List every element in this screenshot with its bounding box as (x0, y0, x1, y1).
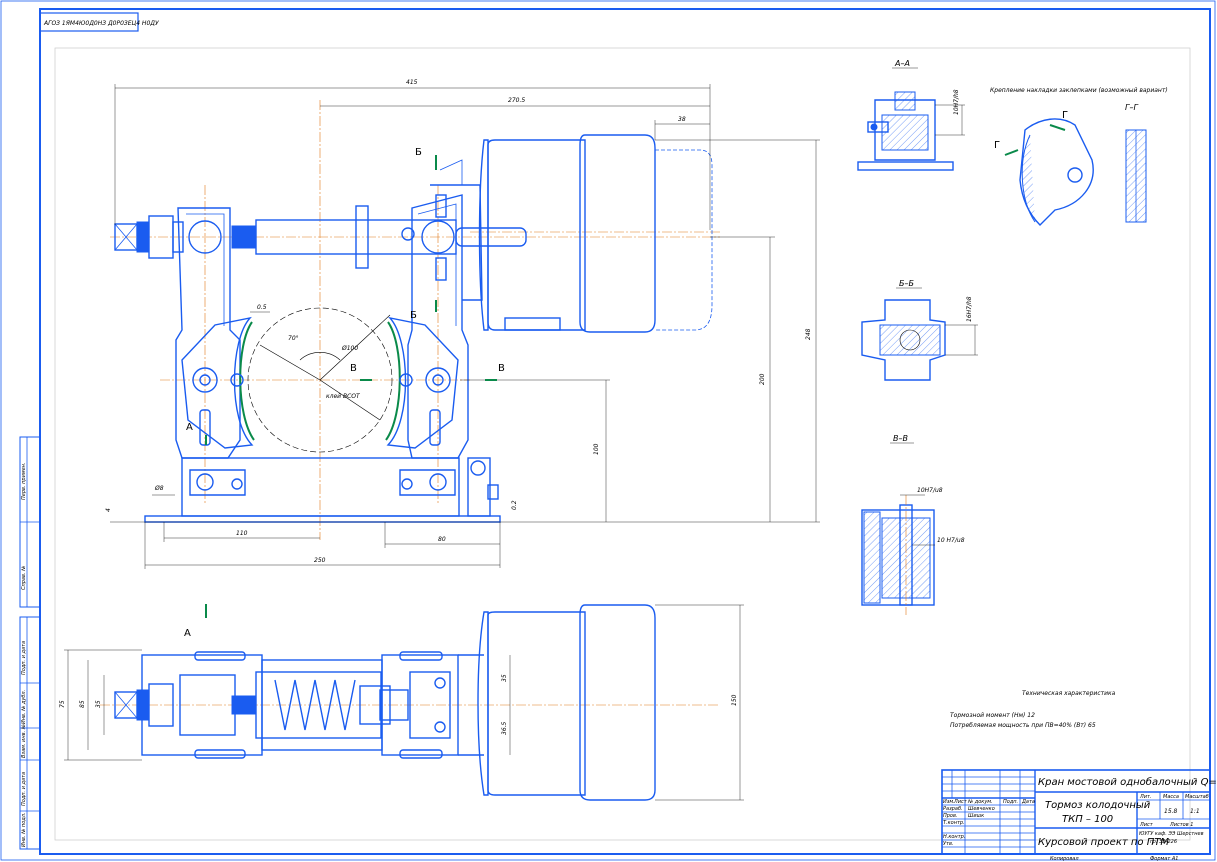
tb-row-sign: Подп. (1003, 799, 1018, 805)
tb-sheets: Листов 1 (1169, 822, 1193, 828)
dim-plan-150: 150 (731, 694, 738, 706)
dim-plan-35b: 35 (501, 674, 508, 682)
dim-200: 200 (759, 373, 766, 385)
tb-format: Формат А1 (1150, 856, 1178, 862)
dim-plan-35: 35 (95, 700, 102, 708)
section-aa-title: А–А (894, 59, 910, 68)
dim-base-left: 4 (105, 508, 112, 512)
section-vv-fit2: 10 H7/u8 (937, 537, 965, 544)
tb-hdr-scale: Масштаб (1185, 794, 1209, 800)
plan-view (100, 604, 720, 801)
outer-border (0, 0, 1216, 861)
tech-characteristics: Техническая характеристика Тормозной мом… (950, 690, 1116, 729)
tech-line-2: Потребляемая мощность при ПВ=40% (Вт) 65 (950, 722, 1096, 729)
tb-hdr-lit: Лит. (1139, 794, 1152, 800)
lining-detail: Крепление накладки заклепками (возможный… (990, 87, 1168, 226)
dim-top-overall: 415 (406, 79, 418, 86)
tb-org1: ЮУГУ каф. ЭЭ Шерстнев (1139, 831, 1204, 837)
dim-100: 100 (593, 443, 600, 455)
dim-80: 80 (438, 536, 446, 543)
dim-radius-small: 0.5 (257, 304, 267, 311)
side-label-7: Инв. № подл. (21, 813, 27, 848)
tb-row-nk: Н.контр. (943, 834, 965, 840)
tb-row-ut: Утв. (943, 841, 954, 847)
section-bb-title: Б–Б (899, 279, 914, 288)
section-gg-title: Г–Г (1125, 103, 1138, 112)
tb-row-list: Лист (953, 799, 968, 805)
dim-hole: Ø8 (154, 485, 164, 492)
dim-clearance: клей ВСОТ (326, 393, 361, 400)
dim-base-right: 0.2 (511, 500, 518, 510)
dim-110: 110 (236, 530, 248, 537)
side-label-4: Инв. № дубл. (21, 690, 27, 724)
section-bb-fit: 16H7/h8 (966, 296, 973, 322)
side-label-2: Справ. № (21, 566, 27, 590)
tb-row-izm: Изм. (943, 799, 955, 805)
tb-row-tk: Т.контр. (943, 820, 965, 826)
side-label-5: Взам. инв. № (21, 724, 27, 758)
tech-heading: Техническая характеристика (1022, 690, 1116, 697)
marker-v-left: В (350, 363, 357, 374)
dim-diameter: Ø100 (341, 345, 358, 352)
front-view (110, 100, 820, 540)
tb-hdr-mass: Масса (1163, 794, 1179, 800)
tb-copied: Копировал (1050, 856, 1079, 862)
section-aa: А–А 10H7/h8 (857, 59, 965, 171)
lining-title: Крепление накладки заклепками (возможный… (990, 87, 1168, 94)
dim-plan-75: 75 (59, 700, 66, 708)
side-label-3: Подп. и дата (21, 641, 27, 675)
drawing-sheet: АГОЗ 1ЯМ4Ю0Д0НЗ Д0Р0ЗЕЦ4 Н0ДУ Перв. прим… (0, 0, 1217, 862)
section-bb: Б–Б 16H7/h8 (861, 279, 978, 381)
tb-row-chk: Пров. (943, 813, 958, 819)
marker-a-plan: А (184, 628, 191, 639)
dim-plan-36-5: 36.5 (501, 721, 508, 735)
dim-plan-85: 85 (79, 700, 86, 708)
side-label-1: Перв. примен. (21, 462, 27, 500)
side-strip: Перв. примен. Справ. № Подп. и дата Инв.… (19, 436, 41, 850)
dim-top-right: 38 (678, 116, 686, 123)
side-label-6: Подп. и дата (21, 772, 27, 806)
section-vv: В–В 10H7/u8 10 H7/u8 (861, 434, 965, 615)
top-stamp: АГОЗ 1ЯМ4Ю0Д0НЗ Д0Р0ЗЕЦ4 Н0ДУ (39, 12, 159, 32)
tb-org2: гр. ЗЭ-226 (1150, 839, 1177, 845)
tb-mass: 15.8 (1164, 808, 1178, 815)
tb-name-line1: Тормоз колодочный (1045, 800, 1151, 811)
tb-row-doc: № докум. (967, 799, 993, 805)
tb-row-dev: Разраб. (943, 806, 963, 812)
marker-a-front: А (186, 422, 193, 433)
g-mark-top: Г (1062, 110, 1068, 121)
title-block: Изм. Лист № докум. Подп. Дата Разраб. Ше… (941, 769, 1217, 862)
tb-dev-name: Шевченко (968, 806, 995, 812)
dim-top-inner: 270.5 (508, 97, 525, 104)
section-vv-title: В–В (893, 434, 908, 443)
tb-project: Кран мостовой однобалочный Q=1т (1038, 776, 1217, 788)
marker-b-top: Б (415, 147, 422, 158)
g-mark-left: Г (994, 140, 1000, 151)
marker-b-bottom: Б (410, 310, 417, 321)
dim-250: 250 (314, 557, 326, 564)
tb-sheet: Лист (1139, 822, 1154, 828)
tech-line-1: Тормозной момент (Нм) 12 (950, 712, 1035, 719)
tb-scale: 1:1 (1190, 808, 1200, 815)
dim-angle: 70° (288, 335, 299, 342)
section-vv-fit1: 10H7/u8 (917, 487, 943, 494)
tb-name-line2: ТКП – 100 (1062, 814, 1113, 825)
stamp-text: АГОЗ 1ЯМ4Ю0Д0НЗ Д0Р0ЗЕЦ4 Н0ДУ (43, 20, 159, 27)
tb-row-date: Дата (1021, 799, 1035, 805)
plan-dimensions: 75 85 35 35 36.5 150 (59, 604, 744, 801)
marker-v-right: В (498, 363, 505, 374)
dim-248: 248 (805, 328, 812, 340)
tb-chk-name: Шишк (968, 813, 984, 819)
section-aa-fit: 10H7/h8 (953, 89, 960, 115)
